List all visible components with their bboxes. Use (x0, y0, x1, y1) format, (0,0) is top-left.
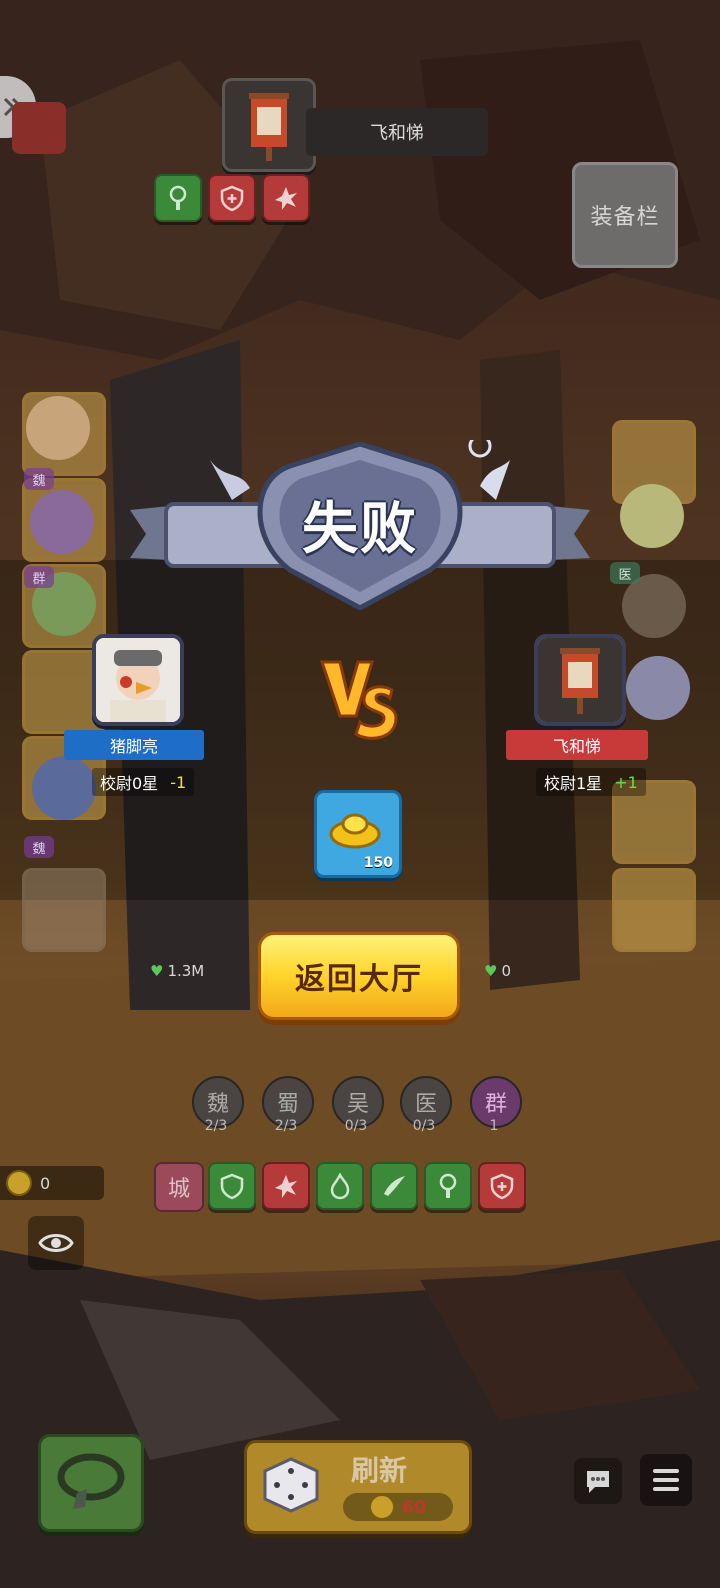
result-title: 失败 (302, 496, 418, 562)
enemy-avatar (222, 78, 316, 172)
right-hp-value: 0 (501, 962, 511, 980)
flame-icon (330, 1172, 350, 1200)
faction-qun-count: 1 (489, 1118, 499, 1134)
shield-plus-icon (220, 185, 244, 212)
buff-flame[interactable] (316, 1162, 364, 1210)
rank-delta: +1 (614, 772, 638, 792)
faction-shu-count: 2/3 (274, 1118, 298, 1134)
coin-icon (6, 1170, 32, 1196)
enemy-unit[interactable] (620, 484, 684, 548)
banner-flag-icon (249, 93, 289, 161)
buff-totem[interactable] (424, 1162, 472, 1210)
chat-button[interactable] (574, 1458, 622, 1504)
right-base-hp: ♥ 0 (484, 962, 511, 980)
faction-wu-count: 0/3 (344, 1118, 368, 1134)
reward-count: 150 (363, 855, 393, 871)
return-lobby-button[interactable]: 返回大厅 (258, 932, 460, 1020)
city-buff[interactable]: 城 (154, 1162, 204, 1212)
faction-wei-count: 2/3 (204, 1118, 228, 1134)
refresh-label: 刷新 (351, 1454, 408, 1487)
wind-icon (384, 1176, 405, 1196)
battle-scene: 飞和悌 装备栏 魏 群 魏 医 ♥ 1.3M ♥ 0 失败 猪脚亮 校尉0星 -… (0, 0, 720, 1588)
dice-icon (263, 1457, 319, 1513)
burst-icon (275, 187, 297, 210)
faction-tag-wei: 魏 (24, 468, 54, 490)
player-left-name: 猪脚亮 (64, 730, 204, 760)
rank-label: 校尉1星 (544, 774, 603, 793)
refresh-cost: 60 (343, 1493, 453, 1521)
eye-icon (38, 1234, 74, 1252)
player-right-avatar (534, 634, 626, 726)
player-right-name: 飞和悌 (506, 730, 648, 760)
enemy-skill-button[interactable] (12, 102, 66, 154)
view-toggle-button[interactable] (28, 1216, 84, 1270)
rank-label: 校尉0星 (100, 774, 159, 793)
refresh-cost-value: 60 (401, 1496, 427, 1518)
chat-bubble-icon (587, 1471, 609, 1493)
totem-icon (169, 185, 187, 210)
left-slot-6[interactable] (22, 868, 106, 952)
faction-tag-qun: 群 (24, 566, 54, 588)
vs-icon (319, 660, 398, 740)
enemy-unit[interactable] (626, 656, 690, 720)
ring-icon (57, 1453, 125, 1509)
player-left-rank: 校尉0星 -1 (92, 768, 195, 796)
left-hp-value: 1.3M (167, 962, 205, 980)
faction-tag-yi: 医 (610, 562, 640, 584)
gold-amount: 0 (40, 1173, 51, 1193)
chicken-hero-portrait (96, 638, 180, 722)
rank-delta: -1 (170, 772, 187, 792)
buff-wind[interactable] (370, 1162, 418, 1210)
heart-icon: ♥ (484, 962, 498, 980)
banner-flag-icon (538, 638, 622, 722)
enemy-buff-totem[interactable] (154, 174, 202, 222)
player-right-rank: 校尉1星 +1 (536, 768, 646, 796)
faction-yi-count: 0/3 (412, 1118, 436, 1134)
menu-button[interactable] (640, 1454, 692, 1506)
shield-plus-icon (490, 1173, 514, 1200)
ring-item-button[interactable] (38, 1434, 144, 1532)
gold-counter: 0 (0, 1166, 104, 1200)
enemy-buff-shield[interactable] (208, 174, 256, 222)
reward-item[interactable]: 150 (314, 790, 402, 878)
buff-burst[interactable] (262, 1162, 310, 1210)
buff-heal[interactable] (478, 1162, 526, 1210)
player-left-avatar (92, 634, 184, 726)
shield-icon (220, 1173, 244, 1200)
hero-unit[interactable] (26, 396, 90, 460)
enemy-name: 飞和悌 (306, 108, 488, 156)
burst-icon (275, 1175, 297, 1198)
faction-tag-wei: 魏 (24, 836, 54, 858)
hero-unit[interactable] (30, 490, 94, 554)
refresh-button[interactable]: 刷新 60 (244, 1440, 472, 1534)
hero-unit[interactable] (32, 756, 96, 820)
hamburger-menu-icon (653, 1469, 679, 1491)
right-slot-3[interactable] (612, 868, 696, 952)
enemy-buff-burst[interactable] (262, 174, 310, 222)
coin-icon (369, 1494, 396, 1520)
heart-icon: ♥ (150, 962, 164, 980)
equipment-panel-button[interactable]: 装备栏 (572, 162, 678, 268)
totem-icon (439, 1173, 457, 1198)
buff-shield[interactable] (208, 1162, 256, 1210)
left-base-hp: ♥ 1.3M (150, 962, 204, 980)
